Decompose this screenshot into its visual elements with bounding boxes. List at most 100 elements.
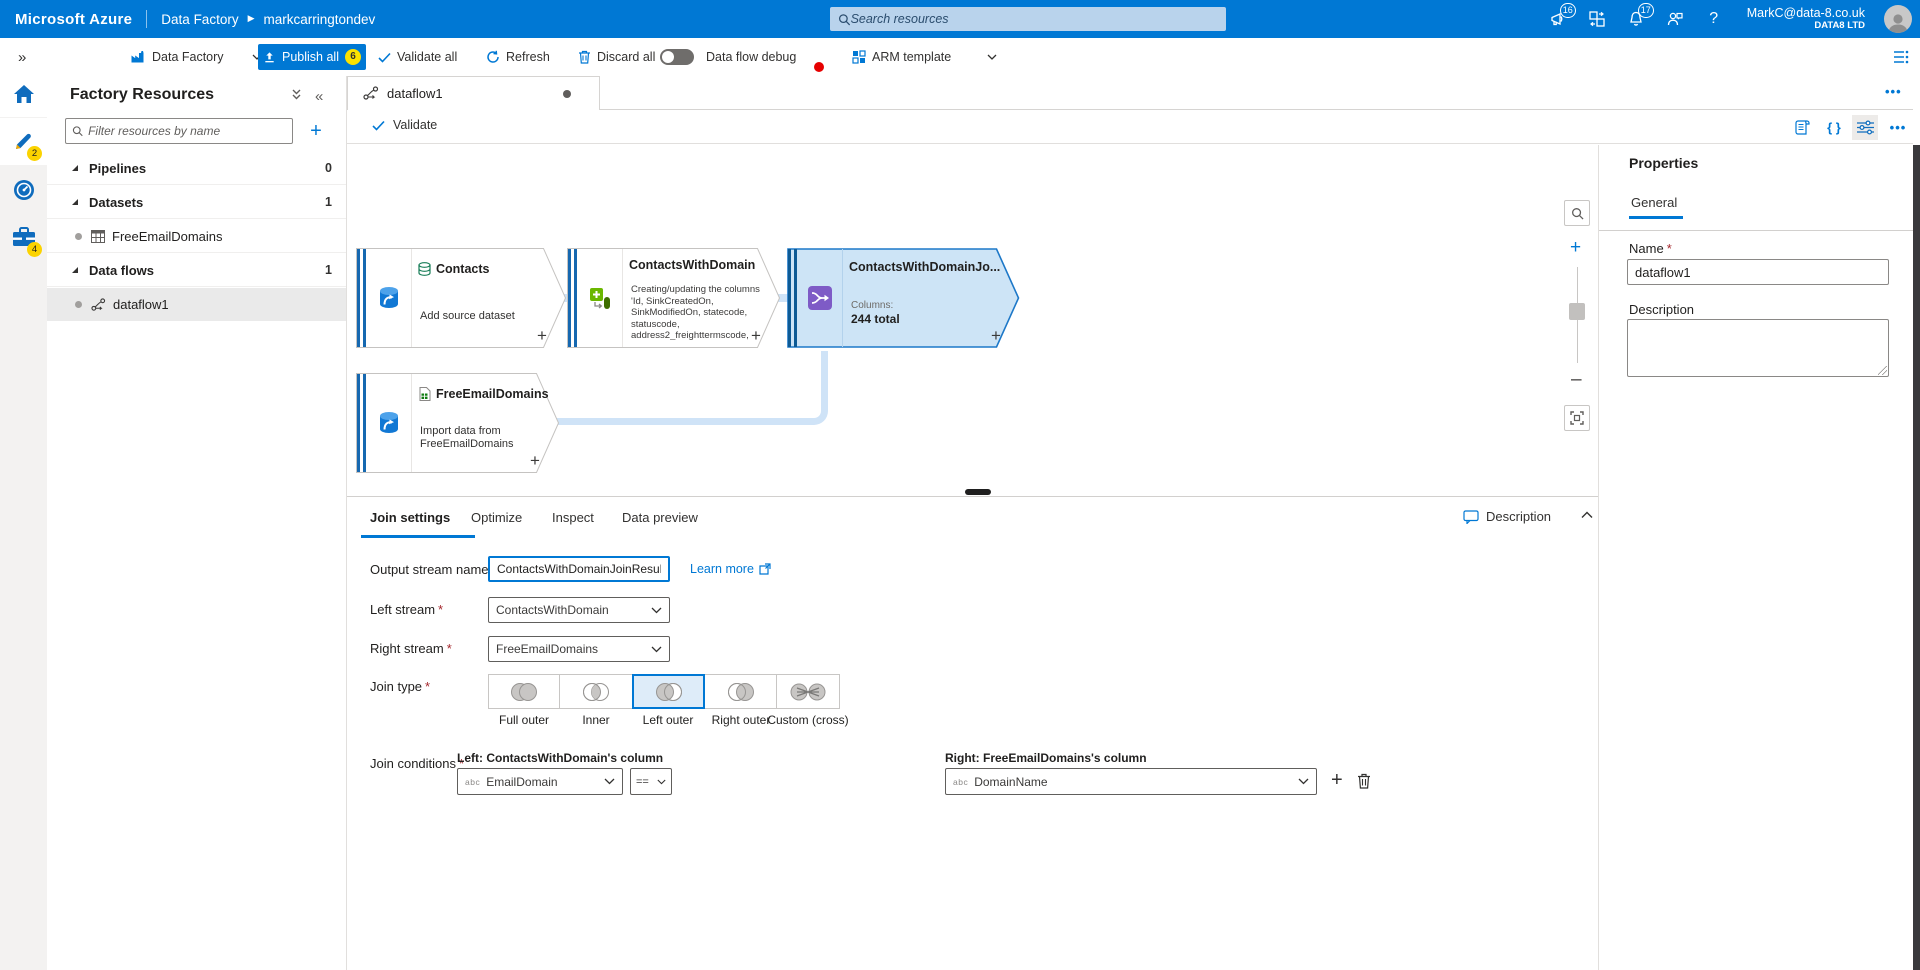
join-type-custom-cross[interactable] <box>776 674 840 709</box>
node-contacts[interactable]: Contacts Add source dataset + <box>356 248 566 348</box>
source-icon <box>366 249 412 347</box>
name-label: Name* <box>1629 241 1672 256</box>
avatar[interactable] <box>1884 5 1912 33</box>
learn-more-link[interactable]: Learn more <box>690 562 771 576</box>
add-resource-button[interactable]: + <box>303 118 329 144</box>
zoom-slider-handle[interactable] <box>1569 303 1585 320</box>
search-input[interactable] <box>851 12 1218 26</box>
add-transformation-icon[interactable]: + <box>537 326 547 346</box>
tab-optimize[interactable]: Optimize <box>471 510 522 525</box>
right-column-select[interactable]: abc DomainName <box>945 768 1317 795</box>
left-column-select[interactable]: abc EmailDomain <box>457 768 623 795</box>
toolbar-settings-icon[interactable] <box>1893 38 1909 76</box>
collapse-panel-chevron-icon[interactable] <box>1581 511 1593 519</box>
dataset-db-icon <box>418 262 431 276</box>
breadcrumb-instance[interactable]: markcarringtondev <box>264 12 376 27</box>
discard-all-button[interactable]: Discard all <box>578 38 655 76</box>
left-nav-rail: 2 4 <box>0 38 47 970</box>
node-desc: Creating/updating the columns 'Id, SinkC… <box>631 284 763 340</box>
node-contactswithdomain[interactable]: ContactsWithDomain Creating/updating the… <box>567 248 780 348</box>
section-count: 0 <box>325 161 332 175</box>
left-stream-select[interactable]: ContactsWithDomain <box>488 597 670 623</box>
resize-grip-icon[interactable] <box>1878 366 1887 375</box>
add-transformation-icon[interactable]: + <box>991 326 1001 346</box>
nav-manage[interactable]: 4 <box>0 214 47 261</box>
nav-monitor[interactable] <box>0 166 47 213</box>
data-flow-debug-toggle[interactable] <box>660 49 694 65</box>
dataflow-canvas[interactable]: Contacts Add source dataset + ContactsWi… <box>347 145 1598 496</box>
expand-triangle-icon[interactable] <box>72 165 78 171</box>
join-type-left-outer[interactable] <box>632 674 705 709</box>
breadcrumb-app[interactable]: Data Factory <box>161 12 238 27</box>
join-icon <box>797 249 843 347</box>
script-icon[interactable] <box>1790 115 1816 140</box>
tab-dataflow1[interactable]: dataflow1 <box>347 76 600 110</box>
nav-home[interactable] <box>0 70 47 117</box>
tab-inspect[interactable]: Inspect <box>552 510 594 525</box>
code-braces-icon[interactable]: { } <box>1821 115 1847 140</box>
operator-select[interactable]: == <box>630 768 672 795</box>
resource-filter-input[interactable] <box>88 124 286 138</box>
switch-directory-icon[interactable] <box>1587 9 1607 29</box>
dataset-table-icon <box>91 230 105 243</box>
expand-rail-icon[interactable]: » <box>18 38 26 76</box>
announcements-icon[interactable]: 16 <box>1548 9 1568 29</box>
home-icon <box>13 84 35 104</box>
join-type-right-outer[interactable] <box>704 674 777 709</box>
validate-label: Validate <box>393 118 437 132</box>
help-icon[interactable]: ? <box>1704 9 1724 29</box>
expand-triangle-icon[interactable] <box>72 199 78 205</box>
zoom-out-icon[interactable]: – <box>1571 369 1582 391</box>
node-freeemaildomains[interactable]: FreeEmailDomains Import data from FreeEm… <box>356 373 559 473</box>
zoom-fit-icon[interactable] <box>1564 405 1590 431</box>
comment-icon <box>1463 510 1479 524</box>
tab-join-settings[interactable]: Join settings <box>370 510 450 525</box>
name-input[interactable] <box>1627 259 1889 285</box>
tree-section-datasets[interactable]: Datasets 1 <box>47 186 346 219</box>
more-actions-icon[interactable]: ••• <box>1885 115 1911 140</box>
canvas-search-icon[interactable] <box>1564 200 1590 226</box>
nav-author[interactable]: 2 <box>0 118 47 165</box>
collapse-panel-icon[interactable]: « <box>315 88 323 105</box>
source-icon <box>366 374 412 472</box>
vertical-scrollbar[interactable] <box>1913 145 1920 970</box>
output-stream-input[interactable] <box>488 556 670 582</box>
factory-icon <box>130 49 146 65</box>
azure-brand[interactable]: Microsoft Azure <box>15 11 132 28</box>
tree-item-freeemaildomains[interactable]: FreeEmailDomains <box>47 220 346 253</box>
panel-resize-handle[interactable] <box>965 489 991 495</box>
validate-all-button[interactable]: Validate all <box>378 38 457 76</box>
description-button[interactable]: Description <box>1463 509 1551 524</box>
feedback-icon[interactable] <box>1665 9 1685 29</box>
right-stream-select[interactable]: FreeEmailDomains <box>488 636 670 662</box>
zoom-in-icon[interactable]: + <box>1570 237 1581 259</box>
tree-section-dataflows[interactable]: Data flows 1 <box>47 254 346 287</box>
global-search[interactable] <box>830 7 1226 31</box>
add-condition-icon[interactable]: + <box>1331 769 1343 792</box>
expand-triangle-icon[interactable] <box>72 267 78 273</box>
publish-all-button[interactable]: Publish all 6 <box>258 44 366 70</box>
delete-condition-icon[interactable] <box>1357 773 1371 789</box>
join-type-full-outer[interactable] <box>488 674 560 709</box>
tree-section-pipelines[interactable]: Pipelines 0 <box>47 152 346 185</box>
join-type-inner[interactable] <box>559 674 633 709</box>
tab-data-preview[interactable]: Data preview <box>622 510 698 525</box>
manage-badge: 4 <box>27 242 42 257</box>
join-conditions-label: Join conditions* <box>370 756 464 771</box>
arm-template-menu[interactable]: ARM template <box>852 38 997 76</box>
settings-sliders-icon[interactable] <box>1852 115 1878 140</box>
validate-button[interactable]: Validate <box>372 118 437 132</box>
tree-item-dataflow1[interactable]: dataflow1 <box>47 288 346 321</box>
account-block[interactable]: MarkC@data-8.co.uk DATA8 LTD <box>1747 6 1865 31</box>
refresh-button[interactable]: Refresh <box>486 38 550 76</box>
tab-general[interactable]: General <box>1631 195 1677 210</box>
collapse-all-icon[interactable] <box>290 88 303 102</box>
add-transformation-icon[interactable]: + <box>751 326 761 346</box>
factory-scope-button[interactable]: Data Factory <box>130 38 262 76</box>
tab-overflow-icon[interactable]: ••• <box>1885 84 1902 99</box>
notifications-bell-icon[interactable]: 17 <box>1626 9 1646 29</box>
description-textarea[interactable] <box>1627 319 1889 377</box>
node-join-selected[interactable]: ContactsWithDomainJo... Columns: 244 tot… <box>787 248 1020 348</box>
resource-filter[interactable] <box>65 118 293 144</box>
add-transformation-icon[interactable]: + <box>530 451 540 471</box>
